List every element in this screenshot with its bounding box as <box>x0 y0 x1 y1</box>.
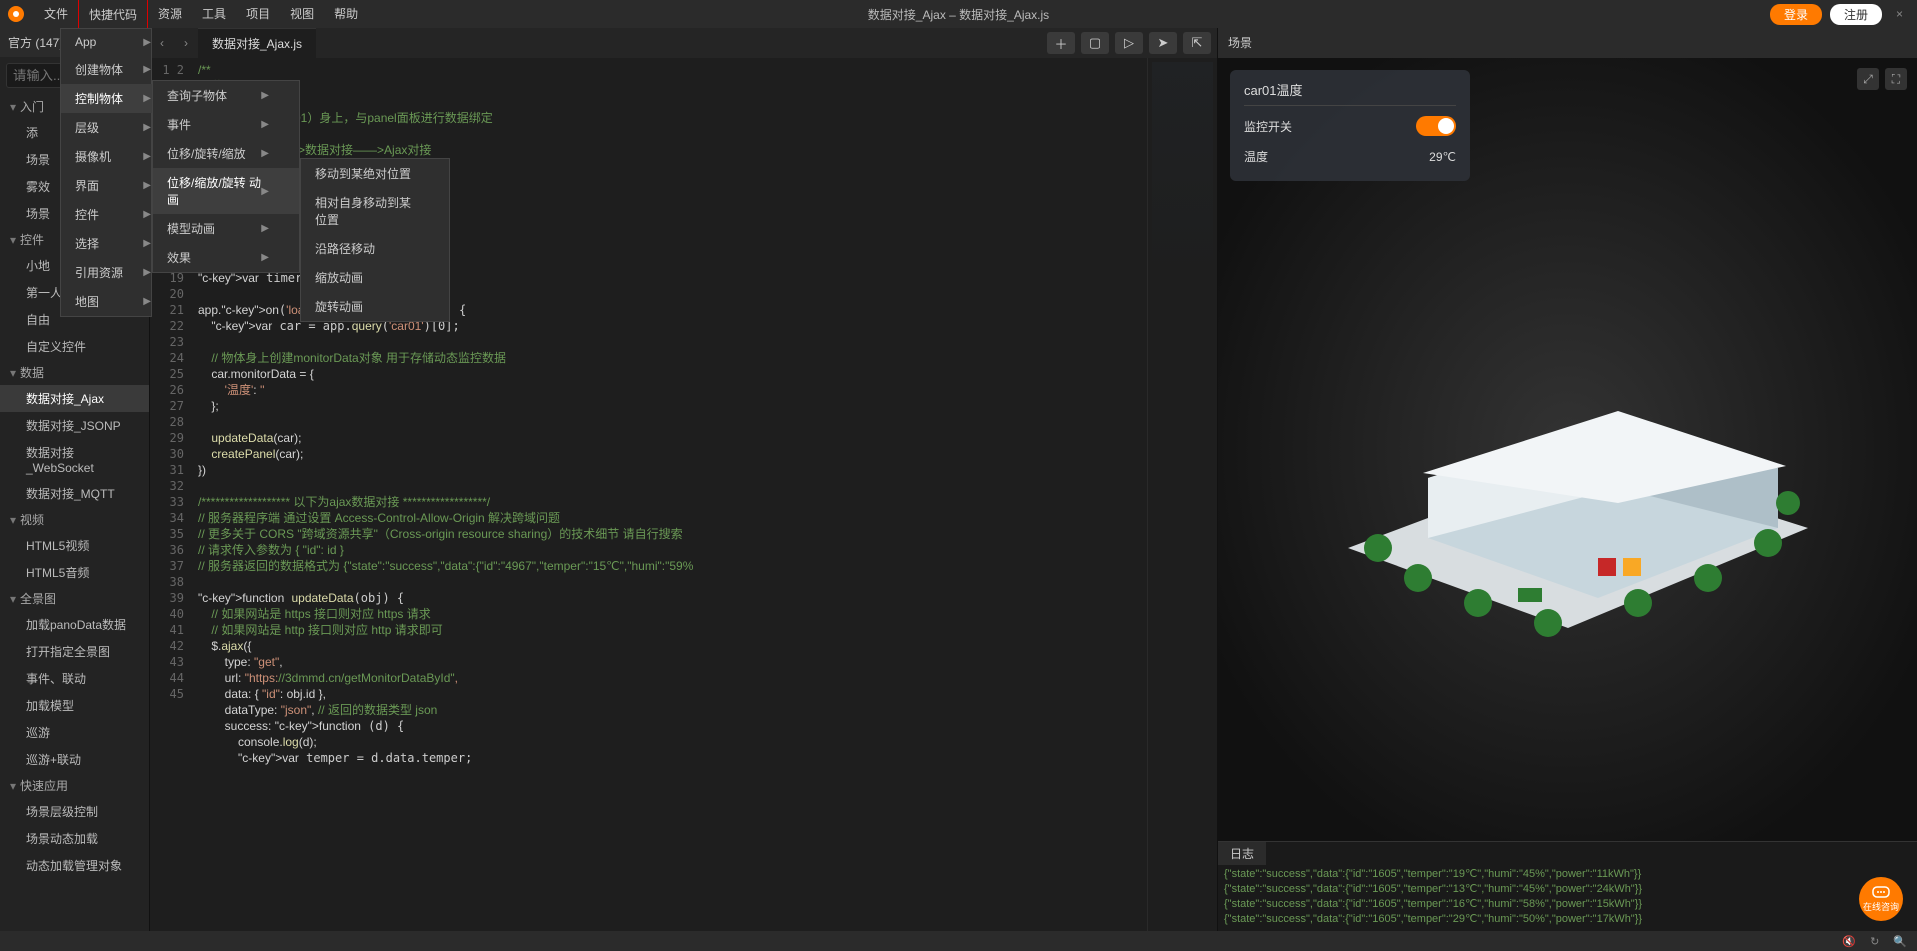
minimap[interactable] <box>1147 58 1217 931</box>
side-group-视频[interactable]: ▾视频 <box>0 507 149 532</box>
side-item-加载panoData数据[interactable]: 加载panoData数据 <box>0 611 149 638</box>
login-button[interactable]: 登录 <box>1770 4 1822 25</box>
log-line: {"state":"success","data":{"id":"1605","… <box>1224 882 1911 897</box>
app-logo-icon <box>8 6 24 22</box>
scene-3d-view[interactable]: car01温度 监控开关 温度 29℃ <box>1218 58 1917 841</box>
side-item-自定义控件[interactable]: 自定义控件 <box>0 333 149 360</box>
run-button-icon[interactable]: ▷ <box>1115 32 1143 54</box>
dropdown-level1: App▶创建物体▶控制物体▶层级▶摄像机▶界面▶控件▶选择▶引用资源▶地图▶ <box>60 28 152 317</box>
side-item-打开指定全景图[interactable]: 打开指定全景图 <box>0 638 149 665</box>
menu-视图[interactable]: 视图 <box>280 0 324 30</box>
status-refresh-icon[interactable]: ↻ <box>1870 935 1879 948</box>
side-item-数据对接_WebSocket[interactable]: 数据对接_WebSocket <box>0 439 149 480</box>
hud-temp-value: 29℃ <box>1429 150 1456 164</box>
side-group-全景图[interactable]: ▾全景图 <box>0 586 149 611</box>
dropdown-level3: 移动到某绝对位置相对自身移动到某位置沿路径移动缩放动画旋转动画 <box>300 158 450 322</box>
scene-header: 场景 <box>1218 28 1917 58</box>
share-button-icon[interactable]: ⇱ <box>1183 32 1211 54</box>
menu-item-位移/缩放/旋转 动画[interactable]: 位移/缩放/旋转 动画▶ <box>153 168 299 214</box>
log-line: {"state":"success","data":{"id":"1605","… <box>1224 897 1911 912</box>
chat-label: 在线咨询 <box>1863 900 1899 913</box>
save-button-icon[interactable]: ▢ <box>1081 32 1109 54</box>
hud-title: car01温度 <box>1244 80 1456 99</box>
hud-panel: car01温度 监控开关 温度 29℃ <box>1230 70 1470 181</box>
side-group-数据[interactable]: ▾数据 <box>0 360 149 385</box>
monitor-toggle[interactable] <box>1416 116 1456 136</box>
menu-快捷代码[interactable]: 快捷代码 <box>78 0 148 30</box>
side-item-加载模型[interactable]: 加载模型 <box>0 692 149 719</box>
fullscreen-icon[interactable]: ⛶ <box>1885 68 1907 90</box>
dropdown-level2: 查询子物体▶事件▶位移/旋转/缩放▶位移/缩放/旋转 动画▶模型动画▶效果▶ <box>152 80 300 273</box>
menu-项目[interactable]: 项目 <box>236 0 280 30</box>
side-item-数据对接_JSONP[interactable]: 数据对接_JSONP <box>0 412 149 439</box>
close-icon[interactable]: × <box>1890 7 1909 21</box>
chat-support-button[interactable]: 在线咨询 <box>1859 877 1903 921</box>
menu-item-地图[interactable]: 地图▶ <box>61 287 181 316</box>
menu-item-查询子物体[interactable]: 查询子物体▶ <box>153 81 299 110</box>
menu-item-缩放动画[interactable]: 缩放动画 <box>301 263 449 292</box>
side-group-快速应用[interactable]: ▾快速应用 <box>0 773 149 798</box>
side-item-HTML5视频[interactable]: HTML5视频 <box>0 532 149 559</box>
window-title: 数据对接_Ajax – 数据对接_Ajax.js <box>868 6 1049 23</box>
side-item-巡游+联动[interactable]: 巡游+联动 <box>0 746 149 773</box>
hud-switch-label: 监控开关 <box>1244 118 1292 135</box>
warehouse-graphic <box>1308 288 1828 648</box>
menu-工具[interactable]: 工具 <box>192 0 236 30</box>
send-button-icon[interactable]: ➤ <box>1149 32 1177 54</box>
menu-item-模型动画[interactable]: 模型动画▶ <box>153 214 299 243</box>
menu-帮助[interactable]: 帮助 <box>324 0 368 30</box>
menu-item-事件[interactable]: 事件▶ <box>153 110 299 139</box>
log-tab[interactable]: 日志 <box>1218 842 1266 865</box>
menu-item-位移/旋转/缩放[interactable]: 位移/旋转/缩放▶ <box>153 139 299 168</box>
log-panel: 日志 {"state":"success","data":{"id":"1605… <box>1218 841 1917 931</box>
statusbar: 🔇 ↻ 🔍 <box>0 931 1917 951</box>
side-item-动态加载管理对象[interactable]: 动态加载管理对象 <box>0 852 149 879</box>
side-item-数据对接_MQTT[interactable]: 数据对接_MQTT <box>0 480 149 507</box>
hud-temp-label: 温度 <box>1244 148 1268 165</box>
side-item-数据对接_Ajax[interactable]: 数据对接_Ajax <box>0 385 149 412</box>
menu-item-旋转动画[interactable]: 旋转动画 <box>301 292 449 321</box>
expand-icon[interactable]: ⤢ <box>1857 68 1879 90</box>
menu-item-效果[interactable]: 效果▶ <box>153 243 299 272</box>
new-button-icon[interactable]: ＋ <box>1047 32 1075 54</box>
menu-item-移动到某绝对位置[interactable]: 移动到某绝对位置 <box>301 159 449 188</box>
editor-tab[interactable]: 数据对接_Ajax.js <box>198 28 316 58</box>
menu-item-App[interactable]: App▶ <box>61 29 181 55</box>
log-line: {"state":"success","data":{"id":"1605","… <box>1224 912 1911 927</box>
menu-item-沿路径移动[interactable]: 沿路径移动 <box>301 234 449 263</box>
side-item-场景层级控制[interactable]: 场景层级控制 <box>0 798 149 825</box>
side-item-事件、联动[interactable]: 事件、联动 <box>0 665 149 692</box>
side-item-HTML5音频[interactable]: HTML5音频 <box>0 559 149 586</box>
side-item-场景动态加载[interactable]: 场景动态加载 <box>0 825 149 852</box>
menu-文件[interactable]: 文件 <box>34 0 78 30</box>
menubar: 文件快捷代码资源工具项目视图帮助 数据对接_Ajax – 数据对接_Ajax.j… <box>0 0 1917 28</box>
register-button[interactable]: 注册 <box>1830 4 1882 25</box>
menu-资源[interactable]: 资源 <box>148 0 192 30</box>
status-search-icon[interactable]: 🔍 <box>1893 935 1907 948</box>
sidebar-header-label: 官方 (147) <box>8 34 63 51</box>
side-item-巡游[interactable]: 巡游 <box>0 719 149 746</box>
menu-item-相对自身移动到某位置[interactable]: 相对自身移动到某位置 <box>301 188 449 234</box>
log-line: {"state":"success","data":{"id":"1605","… <box>1224 867 1911 882</box>
status-volume-icon[interactable]: 🔇 <box>1842 935 1856 948</box>
scene-panel: 场景 car01温度 监控开关 温度 29℃ <box>1217 28 1917 931</box>
